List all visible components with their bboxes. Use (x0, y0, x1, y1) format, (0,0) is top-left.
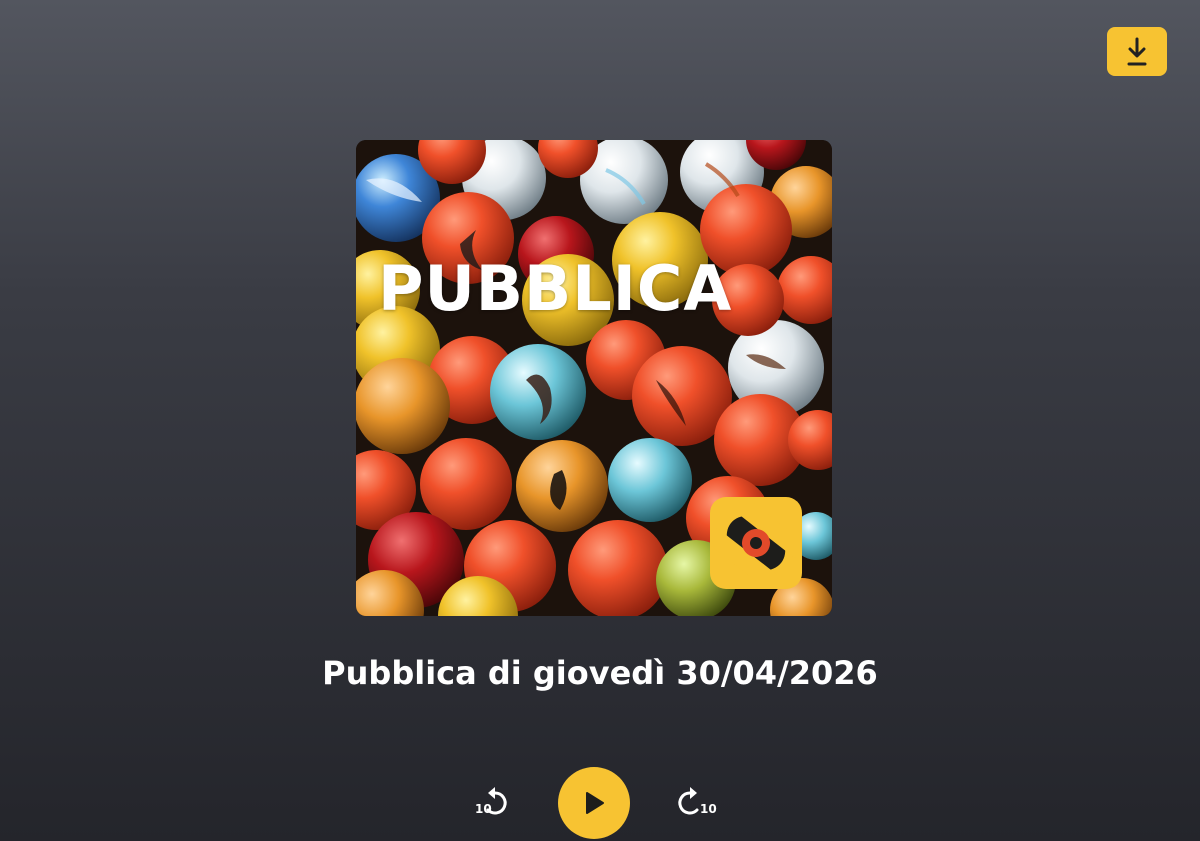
download-icon (1127, 37, 1147, 65)
skip-back-button[interactable]: 10 (471, 785, 515, 821)
skip-forward-button[interactable]: 10 (676, 785, 720, 821)
player-controls: 10 10 (0, 767, 1200, 839)
play-button[interactable] (558, 767, 630, 839)
cover-title: PUBBLICA (378, 252, 733, 325)
episode-title: Pubblica di giovedì 30/04/2026 (322, 654, 878, 692)
il-post-logo (710, 497, 802, 589)
skip-forward-seconds: 10 (700, 802, 717, 816)
podcast-cover-art: PUBBLICA (356, 140, 832, 616)
play-icon (586, 792, 604, 814)
download-button[interactable] (1107, 27, 1167, 76)
skip-back-seconds: 10 (475, 802, 492, 816)
